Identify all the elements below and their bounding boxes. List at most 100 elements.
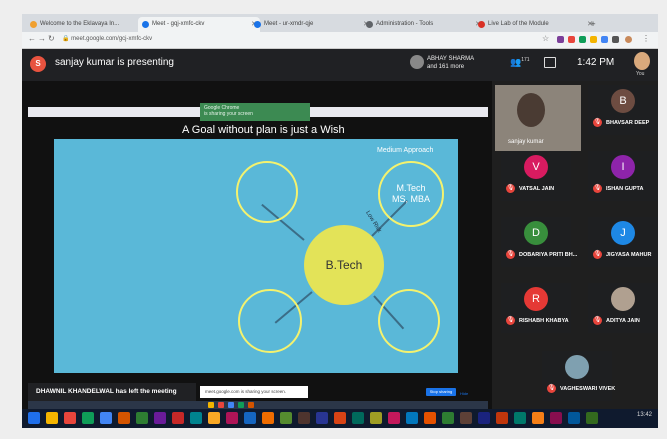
center-node: B.Tech [304, 225, 384, 305]
app-icon[interactable] [334, 412, 346, 424]
app-icon[interactable] [280, 412, 292, 424]
app-icon[interactable] [118, 412, 130, 424]
participant-tile[interactable]: 🎙 ADITYA JAIN [588, 283, 658, 333]
presenter-avatar: S [30, 56, 46, 72]
participant-tile[interactable]: J 🎙 JIGYASA MAHUR [588, 217, 658, 267]
participant-photo [565, 355, 589, 379]
app-icon[interactable] [64, 412, 76, 424]
url-field[interactable]: 🔒 meet.google.com/gcj-xmfc-ckv [62, 34, 502, 45]
photo-frame: Welcome to the Eklavaya In... ✕ Meet - g… [0, 0, 667, 439]
participant-tile[interactable]: B 🎙 BHAVSAR DEEP [588, 85, 658, 135]
tab-label: Meet - ur-xmdr-qje [264, 21, 314, 27]
extension-icon[interactable] [601, 36, 608, 43]
participant-tile[interactable]: R 🎙 RISHABH KHABYA [501, 283, 571, 333]
participant-avatar: I [611, 155, 635, 179]
tab-label: Welcome to the Eklavaya In... [40, 21, 120, 27]
participant-video-tile[interactable]: sanjay kumar [495, 85, 581, 151]
browser-tab-strip: Welcome to the Eklavaya In... ✕ Meet - g… [22, 14, 658, 32]
browser-tab[interactable]: Welcome to the Eklavaya In... ✕ [26, 17, 148, 32]
participant-photo [611, 287, 635, 311]
extension-icon[interactable] [557, 36, 564, 43]
screen: Welcome to the Eklavaya In... ✕ Meet - g… [22, 14, 658, 428]
favicon-icon [478, 21, 485, 28]
menu-icon[interactable]: ⋮ [642, 34, 650, 43]
participant-name: VATSAL JAIN [519, 186, 555, 192]
hide-button[interactable]: Hide [460, 388, 468, 400]
participant-name: BHAVSAR DEEP [606, 120, 650, 126]
app-icon[interactable] [442, 412, 454, 424]
participant-name: ISHAN GUPTA [606, 186, 644, 192]
reload-icon[interactable]: ↻ [48, 34, 55, 43]
app-icon[interactable] [424, 412, 436, 424]
mic-off-icon: 🎙 [593, 184, 602, 193]
app-icon[interactable] [586, 412, 598, 424]
app-icon[interactable] [496, 412, 508, 424]
participant-name: DOBARIYA PRITI BH... [519, 252, 578, 258]
app-icon[interactable] [262, 412, 274, 424]
app-icon[interactable] [244, 412, 256, 424]
app-icon[interactable] [406, 412, 418, 424]
participant-tile[interactable]: 🎙 VAGHESWARI VIVEK [542, 351, 615, 401]
extension-icon[interactable] [590, 36, 597, 43]
app-icon[interactable] [298, 412, 310, 424]
app-icon[interactable] [136, 412, 148, 424]
profile-avatar[interactable] [625, 36, 632, 43]
notification-text: is sharing your screen [204, 111, 253, 117]
app-icon[interactable] [370, 412, 382, 424]
participant-avatar: V [524, 155, 548, 179]
participant-tile[interactable]: V 🎙 VATSAL JAIN [501, 151, 571, 201]
participant-avatar: J [611, 221, 635, 245]
participant-video [517, 93, 545, 127]
app-icon[interactable] [550, 412, 562, 424]
back-icon[interactable]: ← [28, 34, 36, 43]
app-icon[interactable] [208, 412, 220, 424]
participant-avatar: B [611, 89, 635, 113]
mic-off-icon: 🎙 [593, 316, 602, 325]
extension-icon[interactable] [568, 36, 575, 43]
app-icon[interactable] [478, 412, 490, 424]
self-label: You [636, 71, 645, 77]
browser-tab[interactable]: Live Lab of the Module ✕ [474, 17, 596, 32]
meet-header: S sanjay kumar is presenting ABHAY SHARM… [22, 49, 658, 81]
self-avatar[interactable] [634, 52, 650, 70]
participant-tile[interactable]: I 🎙 ISHAN GUPTA [588, 151, 658, 201]
taskbar-clock: 13:42 [636, 412, 652, 418]
app-icon[interactable] [568, 412, 580, 424]
people-button[interactable]: 👥171 [510, 57, 530, 68]
participant-avatar: D [524, 221, 548, 245]
app-icon[interactable] [190, 412, 202, 424]
participant-name: ABHAY SHARMA [427, 56, 475, 62]
app-icon[interactable] [352, 412, 364, 424]
meet-favicon-icon [254, 21, 261, 28]
app-icon[interactable] [154, 412, 166, 424]
app-icon[interactable] [460, 412, 472, 424]
app-icon[interactable] [316, 412, 328, 424]
extension-icon[interactable] [612, 36, 619, 43]
app-icon[interactable] [172, 412, 184, 424]
browser-tab-active[interactable]: Meet - gqj-xmfc-ckv ✕ [138, 17, 260, 32]
participant-tile[interactable]: D 🎙 DOBARIYA PRITI BH... [501, 217, 577, 267]
participant-name: JIGYASA MAHUR [606, 252, 652, 258]
mic-off-icon: 🎙 [506, 250, 515, 259]
star-icon[interactable]: ☆ [542, 34, 549, 43]
forward-icon[interactable]: → [38, 34, 46, 43]
favicon-icon [30, 21, 37, 28]
new-tab-button[interactable]: + [586, 17, 600, 32]
goal-circle [378, 289, 440, 353]
share-notification[interactable]: Google Chrome is sharing your screen [200, 103, 310, 121]
extension-icon[interactable] [579, 36, 586, 43]
stop-sharing-button[interactable]: Stop sharing [426, 388, 456, 396]
chat-icon[interactable] [544, 57, 556, 68]
chrome-icon[interactable] [82, 412, 94, 424]
app-icon[interactable] [514, 412, 526, 424]
browser-tab[interactable]: Meet - ur-xmdr-qje ✕ [250, 17, 372, 32]
start-icon[interactable] [28, 412, 40, 424]
app-icon[interactable] [532, 412, 544, 424]
browser-tab[interactable]: Administration - Tools ✕ [362, 17, 484, 32]
app-icon[interactable] [226, 412, 238, 424]
app-icon[interactable] [388, 412, 400, 424]
windows-taskbar: 13:42 [22, 409, 658, 428]
participants-summary[interactable]: ABHAY SHARMA and 161 more [427, 55, 474, 71]
app-icon[interactable] [100, 412, 112, 424]
file-explorer-icon[interactable] [46, 412, 58, 424]
